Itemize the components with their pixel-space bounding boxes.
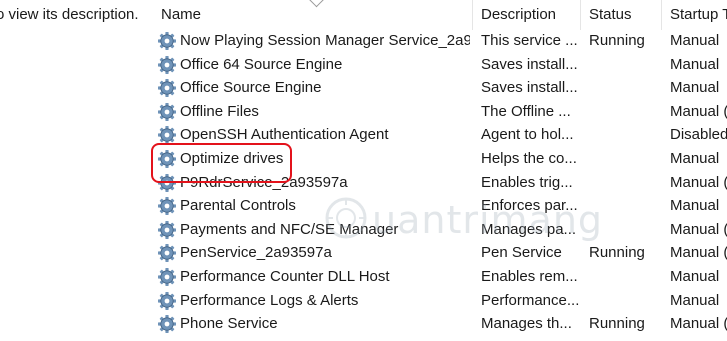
service-description: Helps the co... <box>481 150 577 167</box>
service-row[interactable]: PenService_2a93597a Pen Service Running Man… <box>0 242 727 266</box>
service-startup-type: Disabled <box>670 126 727 144</box>
service-status: Running <box>589 32 645 49</box>
service-startup-type: Manual ( <box>670 244 727 262</box>
service-startup-type: Manual <box>670 32 720 49</box>
service-name: Phone Service <box>180 315 278 333</box>
service-row[interactable]: Parental Controls Enforces par... Manual <box>0 195 727 219</box>
service-description: Saves install... <box>481 79 578 97</box>
service-status: Running <box>589 315 645 333</box>
service-description: Manages pa... <box>481 220 577 238</box>
service-name: P9RdrService_2a93597a <box>180 173 348 191</box>
service-name: Office 64 Source Engine <box>180 55 343 73</box>
gear-icon <box>157 243 177 263</box>
services-list: Name Description Status Startup T Now Pl… <box>0 0 727 341</box>
service-startup-type: Manual ( <box>670 173 727 191</box>
column-header-status[interactable]: Status <box>589 6 632 23</box>
gear-icon <box>157 220 177 240</box>
services-window: o view its description. Name Description… <box>0 0 727 341</box>
service-startup-type: Manual ( <box>670 315 727 333</box>
service-name: Offline Files <box>180 102 259 120</box>
column-header-name[interactable]: Name <box>161 6 201 23</box>
service-name: Optimize drives <box>180 150 284 167</box>
service-startup-type: Manual ( <box>670 220 727 238</box>
service-description: Pen Service <box>481 244 562 262</box>
gear-icon <box>157 102 177 122</box>
service-status: Running <box>589 244 645 262</box>
service-name: Now Playing Session Manager Service_2a9.… <box>180 32 470 49</box>
sort-indicator-icon <box>308 0 325 8</box>
gear-icon <box>157 291 177 311</box>
service-description: Performance... <box>481 291 580 309</box>
service-startup-type: Manual <box>670 291 720 309</box>
gear-icon <box>157 31 177 51</box>
service-startup-type: Manual <box>670 79 720 97</box>
column-header-description[interactable]: Description <box>481 6 556 23</box>
service-startup-type: Manual <box>670 197 720 215</box>
service-row[interactable]: Performance Logs & Alerts Performance... M… <box>0 290 727 314</box>
service-description: The Offline ... <box>481 102 571 120</box>
service-name: Performance Counter DLL Host <box>180 268 390 285</box>
column-header-startup-type[interactable]: Startup T <box>670 6 727 23</box>
gear-icon <box>157 173 177 193</box>
column-divider[interactable] <box>580 0 581 30</box>
service-name: OpenSSH Authentication Agent <box>180 126 389 144</box>
service-description: Enables rem... <box>481 268 578 285</box>
service-startup-type: Manual <box>670 150 720 167</box>
service-name: Performance Logs & Alerts <box>180 291 359 309</box>
service-name: Payments and NFC/SE Manager <box>180 220 399 238</box>
service-row[interactable]: Offline Files The Offline ... Manual ( <box>0 101 727 125</box>
gear-icon <box>157 196 177 216</box>
column-header-row: Name Description Status Startup T <box>0 0 727 30</box>
service-row[interactable]: P9RdrService_2a93597a Enables trig... Manu… <box>0 172 727 196</box>
gear-icon <box>157 125 177 145</box>
service-row[interactable]: Phone Service Manages th... Running Manual … <box>0 313 727 337</box>
service-description: Agent to hol... <box>481 126 574 144</box>
service-description: This service ... <box>481 32 578 49</box>
service-description: Saves install... <box>481 55 578 73</box>
service-description: Enables trig... <box>481 173 573 191</box>
service-startup-type: Manual ( <box>670 102 727 120</box>
gear-icon <box>157 55 177 75</box>
gear-icon <box>157 314 177 334</box>
service-row[interactable]: Optimize drives Helps the co... Manual <box>0 148 727 172</box>
service-row[interactable]: Performance Counter DLL Host Enables rem.… <box>0 266 727 290</box>
service-startup-type: Manual <box>670 268 720 285</box>
service-row[interactable]: Office Source Engine Saves install... Manu… <box>0 77 727 101</box>
column-divider[interactable] <box>661 0 662 30</box>
gear-icon <box>157 149 177 169</box>
gear-icon <box>157 78 177 98</box>
service-description: Manages th... <box>481 315 572 333</box>
service-row[interactable]: Now Playing Session Manager Service_2a9.… <box>0 30 727 54</box>
service-row[interactable]: OpenSSH Authentication Agent Agent to hol… <box>0 124 727 148</box>
service-startup-type: Manual <box>670 55 720 73</box>
service-name: PenService_2a93597a <box>180 244 332 262</box>
column-divider[interactable] <box>472 0 473 30</box>
service-name: Office Source Engine <box>180 79 322 97</box>
gear-icon <box>157 267 177 287</box>
service-description: Enforces par... <box>481 197 578 215</box>
service-row[interactable]: Payments and NFC/SE Manager Manages pa...… <box>0 219 727 243</box>
service-row[interactable]: Office 64 Source Engine Saves install... M… <box>0 54 727 78</box>
service-name: Parental Controls <box>180 197 296 215</box>
